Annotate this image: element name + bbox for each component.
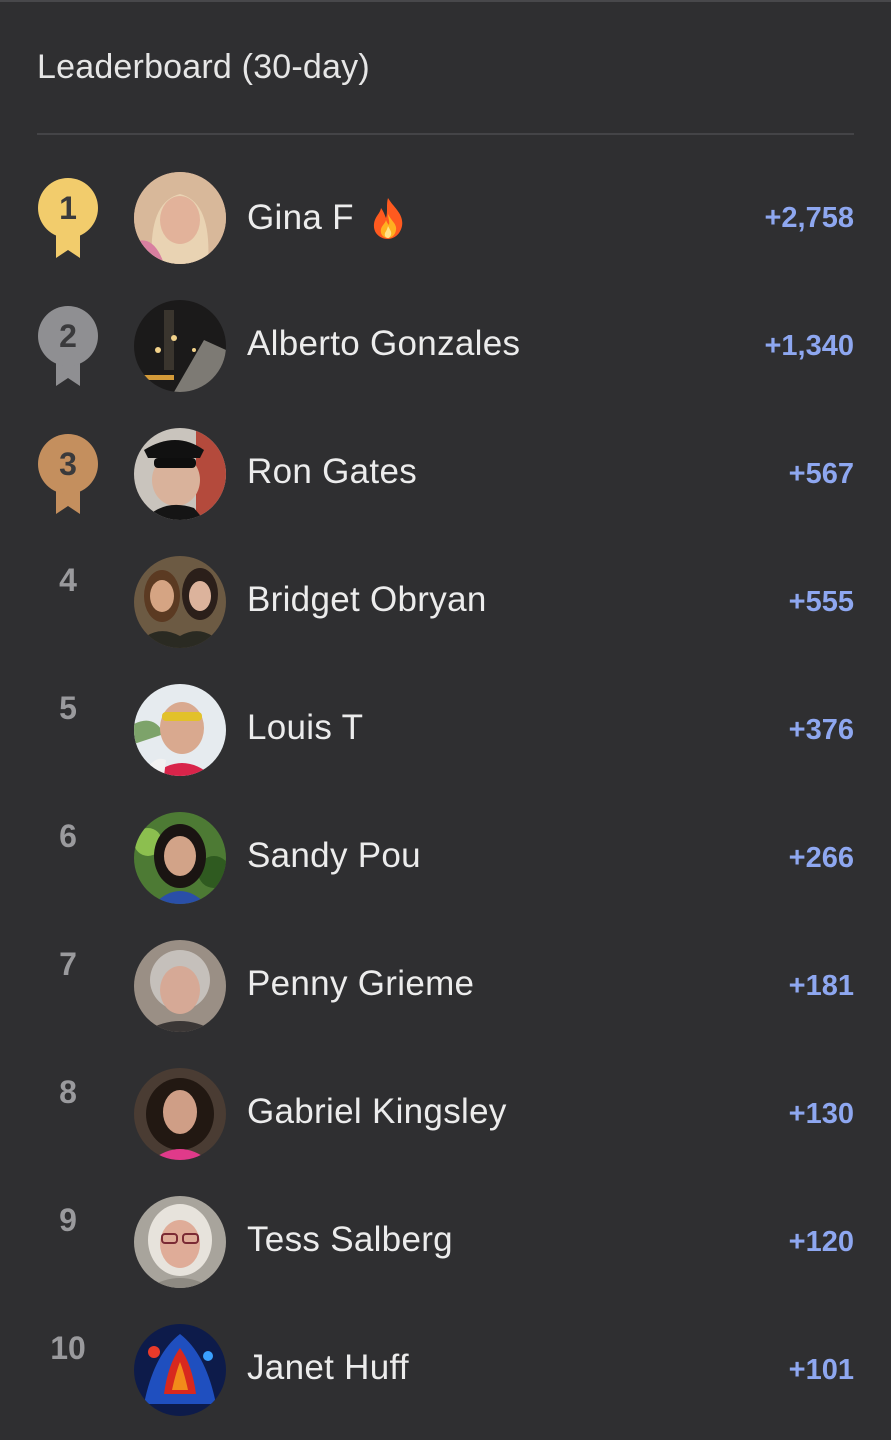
leaderboard-row[interactable]: 8 Gabriel Kingsley +130 <box>0 1050 891 1178</box>
player-name[interactable]: Sandy Pou <box>247 836 421 876</box>
silver-medal-icon: 2 <box>36 306 100 388</box>
rank-number: 8 <box>59 1074 77 1110</box>
player-name[interactable]: Bridget Obryan <box>247 580 487 620</box>
fire-icon <box>373 198 403 239</box>
rank-number: 9 <box>59 1202 77 1238</box>
leaderboard-row[interactable]: 3 Ron Gates +567 <box>0 410 891 538</box>
rank-number: 10 <box>50 1330 86 1366</box>
gold-medal-icon: 1 <box>36 178 100 260</box>
leaderboard-row[interactable]: 6 Sandy Pou +266 <box>0 794 891 922</box>
points-value: +555 <box>788 586 854 618</box>
rank-number: 2 <box>59 318 77 354</box>
points-value: +120 <box>788 1226 854 1258</box>
rank-badge: 10 <box>30 1330 106 1412</box>
points-value: +2,758 <box>764 202 854 234</box>
leaderboard-row[interactable]: 2 Alberto Gonzales +1,340 <box>0 282 891 410</box>
avatar[interactable] <box>134 172 226 264</box>
rank-number: 5 <box>59 690 77 726</box>
player-name[interactable]: Tess Salberg <box>247 1220 453 1260</box>
rank-badge: 6 <box>30 818 106 900</box>
player-name[interactable]: Janet Huff <box>247 1348 409 1388</box>
leaderboard-row[interactable]: 5 Louis T +376 <box>0 666 891 794</box>
points-value: +130 <box>788 1098 854 1130</box>
rank-badge: 2 <box>30 306 106 388</box>
header-divider <box>37 133 854 135</box>
avatar[interactable] <box>134 1324 226 1416</box>
rank-number: 6 <box>59 818 77 854</box>
avatar[interactable] <box>134 300 226 392</box>
avatar[interactable] <box>134 428 226 520</box>
player-name[interactable]: Penny Grieme <box>247 964 474 1004</box>
leaderboard-row[interactable]: 1 Gina F +2,758 <box>0 154 891 282</box>
rank-badge: 1 <box>30 178 106 260</box>
avatar[interactable] <box>134 940 226 1032</box>
leaderboard-card: Leaderboard (30-day) 1 Gina F +2,758 2 A… <box>0 0 891 1440</box>
rank-badge: 3 <box>30 434 106 516</box>
rank-badge: 9 <box>30 1202 106 1284</box>
leaderboard-title: Leaderboard (30-day) <box>37 48 370 86</box>
leaderboard-list: 1 Gina F +2,758 2 Alberto Gonzales +1,34… <box>0 154 891 1434</box>
avatar[interactable] <box>134 1068 226 1160</box>
rank-badge: 8 <box>30 1074 106 1156</box>
points-value: +181 <box>788 970 854 1002</box>
avatar[interactable] <box>134 812 226 904</box>
player-name[interactable]: Gabriel Kingsley <box>247 1092 507 1132</box>
leaderboard-row[interactable]: 10 Janet Huff +101 <box>0 1306 891 1434</box>
rank-number: 7 <box>59 946 77 982</box>
player-name[interactable]: Louis T <box>247 708 363 748</box>
points-value: +1,340 <box>764 330 854 362</box>
player-name[interactable]: Alberto Gonzales <box>247 324 520 364</box>
points-value: +376 <box>788 714 854 746</box>
rank-number: 4 <box>59 562 77 598</box>
points-value: +266 <box>788 842 854 874</box>
avatar[interactable] <box>134 684 226 776</box>
avatar[interactable] <box>134 1196 226 1288</box>
avatar[interactable] <box>134 556 226 648</box>
player-name[interactable]: Ron Gates <box>247 452 417 492</box>
points-value: +101 <box>788 1354 854 1386</box>
rank-number: 1 <box>59 190 77 226</box>
rank-badge: 7 <box>30 946 106 1028</box>
rank-badge: 5 <box>30 690 106 772</box>
leaderboard-row[interactable]: 9 Tess Salberg +120 <box>0 1178 891 1306</box>
rank-badge: 4 <box>30 562 106 644</box>
rank-number: 3 <box>59 446 77 482</box>
points-value: +567 <box>788 458 854 490</box>
player-name[interactable]: Gina F <box>247 198 354 238</box>
leaderboard-row[interactable]: 7 Penny Grieme +181 <box>0 922 891 1050</box>
bronze-medal-icon: 3 <box>36 434 100 516</box>
leaderboard-row[interactable]: 4 Bridget Obryan +555 <box>0 538 891 666</box>
